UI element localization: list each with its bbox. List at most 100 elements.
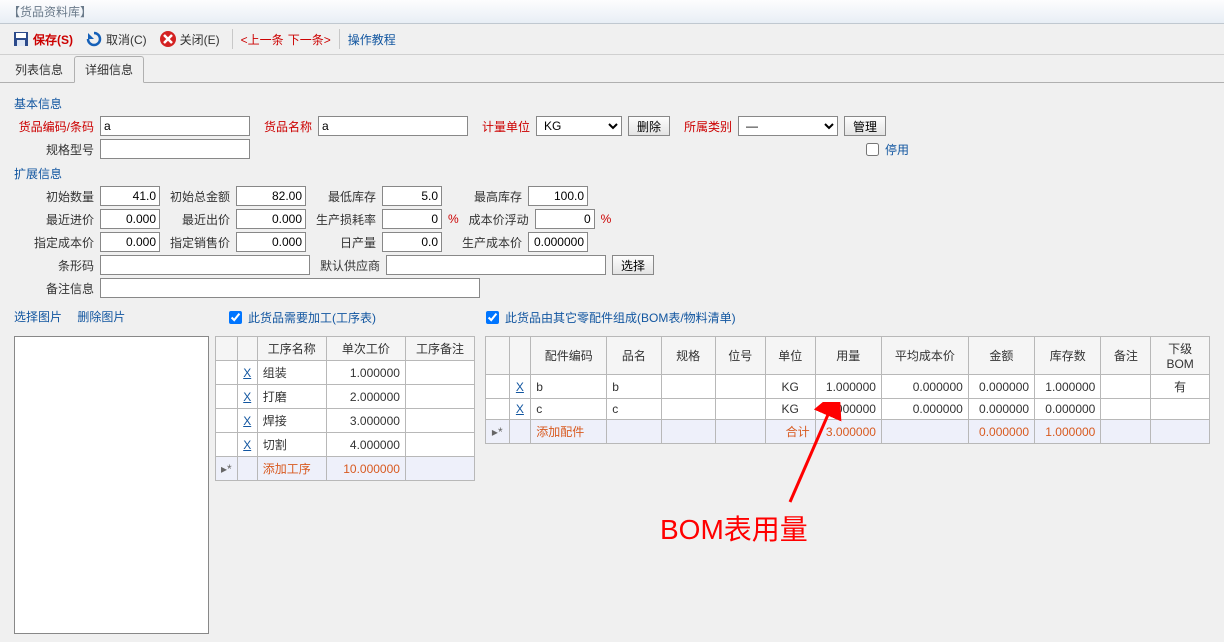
bom-stock-cell[interactable]: 0.000000 — [1035, 399, 1101, 420]
process-grid[interactable]: 工序名称 单次工价 工序备注 X组装1.000000X打磨2.000000X焊接… — [215, 336, 475, 481]
spec-label: 规格型号 — [14, 141, 94, 158]
init-amt-input[interactable] — [236, 186, 306, 206]
col-proc-price: 单次工价 — [326, 337, 405, 361]
bom-spec-cell[interactable] — [661, 399, 715, 420]
bom-qty-cell[interactable]: 1.000000 — [815, 375, 881, 399]
bom-sub-cell[interactable] — [1151, 399, 1210, 420]
undo-icon — [85, 30, 103, 48]
select-picture-link[interactable]: 选择图片 — [14, 310, 62, 324]
needs-processing-checkbox-input[interactable] — [229, 311, 242, 324]
tab-detail-info[interactable]: 详细信息 — [74, 56, 144, 83]
table-row[interactable]: XbbKG1.0000000.0000000.0000001.000000有 — [486, 375, 1210, 399]
delete-unit-button[interactable]: 删除 — [628, 116, 670, 136]
proc-price-cell[interactable]: 3.000000 — [326, 409, 405, 433]
product-name-label: 货品名称 — [256, 118, 312, 135]
last-in-input[interactable] — [100, 209, 160, 229]
barcode-input[interactable] — [100, 255, 310, 275]
max-stock-input[interactable] — [528, 186, 588, 206]
bom-remark-cell[interactable] — [1101, 399, 1151, 420]
bom-name-cell[interactable]: c — [607, 399, 661, 420]
bom-code-cell[interactable]: c — [531, 399, 607, 420]
last-out-input[interactable] — [236, 209, 306, 229]
assign-cost-input[interactable] — [100, 232, 160, 252]
bom-avgcost-cell[interactable]: 0.000000 — [881, 375, 968, 399]
delete-row-icon[interactable]: X — [516, 402, 524, 416]
save-button[interactable]: 保存(S) — [8, 28, 77, 50]
delete-row-icon[interactable]: X — [243, 366, 251, 380]
init-qty-label: 初始数量 — [14, 188, 94, 205]
proc-name-cell[interactable]: 切割 — [257, 433, 326, 457]
next-record-button[interactable]: 下一条> — [288, 31, 331, 48]
init-qty-input[interactable] — [100, 186, 160, 206]
tutorial-link[interactable]: 操作教程 — [348, 31, 396, 48]
assign-sale-input[interactable] — [236, 232, 306, 252]
tab-list-info[interactable]: 列表信息 — [4, 56, 74, 83]
cost-float-input[interactable] — [535, 209, 595, 229]
disable-checkbox-input[interactable] — [866, 143, 879, 156]
spec-input[interactable] — [100, 139, 250, 159]
delete-row-icon[interactable]: X — [243, 414, 251, 428]
bom-stock-cell[interactable]: 1.000000 — [1035, 375, 1101, 399]
bom-qty-cell[interactable]: 2.000000 — [815, 399, 881, 420]
needs-processing-checkbox[interactable]: 此货品需要加工(工序表) — [225, 308, 376, 327]
proc-name-cell[interactable]: 打磨 — [257, 385, 326, 409]
delete-picture-link[interactable]: 删除图片 — [77, 310, 125, 324]
proc-remark-cell[interactable] — [405, 361, 474, 385]
loss-rate-input[interactable] — [382, 209, 442, 229]
product-code-input[interactable] — [100, 116, 250, 136]
disable-checkbox[interactable]: 停用 — [862, 140, 909, 159]
proc-name-cell[interactable]: 组装 — [257, 361, 326, 385]
bom-pos-cell[interactable] — [715, 375, 765, 399]
has-bom-checkbox[interactable]: 此货品由其它零配件组成(BOM表/物料清单) — [482, 308, 736, 327]
proc-remark-cell[interactable] — [405, 433, 474, 457]
supplier-input[interactable] — [386, 255, 606, 275]
barcode-label: 条形码 — [14, 257, 94, 274]
daily-output-input[interactable] — [382, 232, 442, 252]
category-select[interactable]: — — [738, 116, 838, 136]
proc-remark-cell[interactable] — [405, 385, 474, 409]
prod-cost-input[interactable] — [528, 232, 588, 252]
table-row[interactable]: X 组装1.000000 — [216, 361, 475, 385]
table-row[interactable]: X 打磨2.000000 — [216, 385, 475, 409]
proc-name-cell[interactable]: 焊接 — [257, 409, 326, 433]
bom-sub-cell[interactable]: 有 — [1151, 375, 1210, 399]
bom-code-cell[interactable]: b — [531, 375, 607, 399]
bom-grid[interactable]: 配件编码 品名 规格 位号 单位 用量 平均成本价 金额 库存数 备注 下级BO… — [485, 336, 1210, 444]
cancel-button[interactable]: 取消(C) — [81, 28, 151, 50]
proc-price-cell[interactable]: 2.000000 — [326, 385, 405, 409]
product-name-input[interactable] — [318, 116, 468, 136]
bom-unit-cell[interactable]: KG — [765, 375, 815, 399]
proc-price-cell[interactable]: 4.000000 — [326, 433, 405, 457]
process-grid-container: 工序名称 单次工价 工序备注 X组装1.000000X打磨2.000000X焊接… — [215, 336, 475, 634]
manage-category-button[interactable]: 管理 — [844, 116, 886, 136]
bom-avgcost-cell[interactable]: 0.000000 — [881, 399, 968, 420]
col-bom-avgcost: 平均成本价 — [881, 337, 968, 375]
bom-remark-cell[interactable] — [1101, 375, 1151, 399]
product-code-label: 货品编码/条码 — [14, 118, 94, 135]
proc-remark-cell[interactable] — [405, 409, 474, 433]
close-button[interactable]: 关闭(E) — [155, 28, 224, 50]
table-row[interactable]: X 切割4.000000 — [216, 433, 475, 457]
remark-input[interactable] — [100, 278, 480, 298]
remark-label: 备注信息 — [14, 280, 94, 297]
bom-name-cell[interactable]: b — [607, 375, 661, 399]
proc-price-cell[interactable]: 1.000000 — [326, 361, 405, 385]
delete-row-icon[interactable]: X — [516, 380, 524, 394]
min-stock-input[interactable] — [382, 186, 442, 206]
add-process-cell[interactable]: 添加工序 — [257, 457, 326, 481]
bom-pos-cell[interactable] — [715, 399, 765, 420]
table-row[interactable]: X 焊接3.000000 — [216, 409, 475, 433]
bom-amount-cell[interactable]: 0.000000 — [968, 399, 1034, 420]
delete-row-icon[interactable]: X — [243, 438, 251, 452]
bom-amount-cell[interactable]: 0.000000 — [968, 375, 1034, 399]
prev-record-button[interactable]: <上一条 — [241, 31, 284, 48]
unit-select[interactable]: KG — [536, 116, 622, 136]
bom-unit-cell[interactable]: KG — [765, 399, 815, 420]
select-supplier-button[interactable]: 选择 — [612, 255, 654, 275]
add-bom-cell[interactable]: 添加配件 — [531, 420, 607, 444]
percent-label: % — [601, 212, 612, 226]
table-row[interactable]: XccKG2.0000000.0000000.0000000.000000 — [486, 399, 1210, 420]
delete-row-icon[interactable]: X — [243, 390, 251, 404]
has-bom-checkbox-input[interactable] — [486, 311, 499, 324]
bom-spec-cell[interactable] — [661, 375, 715, 399]
